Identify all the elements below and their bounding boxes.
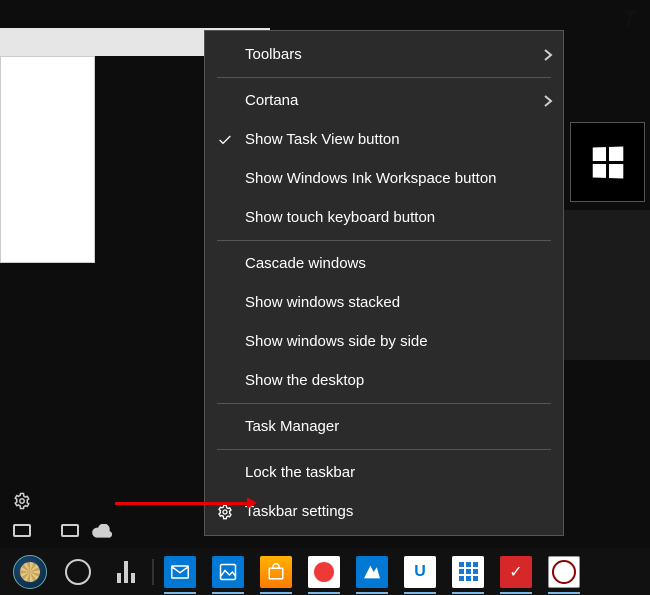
red-icon: ✓ <box>500 556 532 588</box>
menu-item-task-manager[interactable]: Task Manager <box>205 407 563 446</box>
settings-gear-icon[interactable] <box>8 492 36 510</box>
menu-item-label: Cortana <box>245 92 533 109</box>
bg-region <box>0 0 292 28</box>
desktop: T Toolbars Cortana Show Task View button Sh… <box>0 0 650 595</box>
menu-separator <box>217 449 551 450</box>
menu-item-label: Cascade windows <box>245 255 533 272</box>
cloud-icon[interactable] <box>88 524 116 538</box>
circle-icon <box>548 556 580 588</box>
cortana-icon <box>65 559 91 585</box>
annotation-arrow <box>115 502 251 505</box>
taskbar-app-vivaldi[interactable] <box>300 548 348 595</box>
chevron-right-icon <box>533 94 563 108</box>
menu-item-label: Lock the taskbar <box>245 464 533 481</box>
menu-item-label: Toolbars <box>245 46 533 63</box>
photos-icon <box>212 556 244 588</box>
start-button[interactable] <box>6 548 54 595</box>
cortana-button[interactable] <box>54 548 102 595</box>
taskbar-app-grid[interactable] <box>444 548 492 595</box>
menu-item-show-windows-ink-workspace-button[interactable]: Show Windows Ink Workspace button <box>205 159 563 198</box>
check-icon <box>205 132 245 148</box>
gear-icon <box>205 504 245 520</box>
menu-separator <box>217 240 551 241</box>
taskbar-app-mail[interactable] <box>156 548 204 595</box>
annotation-arrow-head <box>247 497 257 509</box>
taskbar-context-menu: Toolbars Cortana Show Task View button Show… <box>204 30 564 536</box>
panel-icon[interactable] <box>8 524 36 537</box>
grid-icon <box>452 556 484 588</box>
vivaldi-icon <box>308 556 340 588</box>
menu-separator <box>217 403 551 404</box>
chevron-right-icon <box>533 48 563 62</box>
menu-item-show-windows-side-by-side[interactable]: Show windows side by side <box>205 322 563 361</box>
menu-item-show-the-desktop[interactable]: Show the desktop <box>205 361 563 400</box>
task-view-icon <box>117 561 135 583</box>
taskbar-app-red[interactable]: ✓ <box>492 548 540 595</box>
taskbar-app-photos[interactable] <box>204 548 252 595</box>
taskbar: U✓ <box>0 548 650 595</box>
menu-item-lock-the-taskbar[interactable]: Lock the taskbar <box>205 453 563 492</box>
windows-logo-icon <box>593 146 624 178</box>
menu-item-label: Show the desktop <box>245 372 533 389</box>
menu-item-show-task-view-button[interactable]: Show Task View button <box>205 120 563 159</box>
taskbar-app-store[interactable] <box>252 548 300 595</box>
menu-item-show-windows-stacked[interactable]: Show windows stacked <box>205 283 563 322</box>
u-icon: U <box>404 556 436 588</box>
menu-item-label: Show windows stacked <box>245 294 533 311</box>
menu-item-label: Show touch keyboard button <box>245 209 533 226</box>
task-view-button[interactable] <box>102 548 150 595</box>
taskbar-divider <box>152 559 154 585</box>
bg-region <box>563 210 650 360</box>
menu-item-taskbar-settings[interactable]: Taskbar settings <box>205 492 563 531</box>
panel-icon[interactable] <box>56 524 84 537</box>
start-shell-icon <box>20 562 40 582</box>
menu-item-label: Show Windows Ink Workspace button <box>245 170 533 187</box>
taskbar-app-u[interactable]: U <box>396 548 444 595</box>
menu-item-label: Show Task View button <box>245 131 533 148</box>
menu-item-label: Taskbar settings <box>245 503 533 520</box>
taskbar-app-share[interactable] <box>348 548 396 595</box>
taskbar-apps: U✓ <box>156 548 588 595</box>
menu-separator <box>217 77 551 78</box>
store-icon <box>260 556 292 588</box>
mail-icon <box>164 556 196 588</box>
menu-item-cascade-windows[interactable]: Cascade windows <box>205 244 563 283</box>
menu-item-label: Show windows side by side <box>245 333 533 350</box>
taskbar-app-circle[interactable] <box>540 548 588 595</box>
bg-windows-tile <box>570 122 645 202</box>
bg-card-letter: T <box>623 6 636 32</box>
menu-item-show-touch-keyboard-button[interactable]: Show touch keyboard button <box>205 198 563 237</box>
menu-item-cortana[interactable]: Cortana <box>205 81 563 120</box>
bg-card: T <box>0 56 95 263</box>
menu-item-label: Task Manager <box>245 418 533 435</box>
share-icon <box>356 556 388 588</box>
menu-item-toolbars[interactable]: Toolbars <box>205 35 563 74</box>
